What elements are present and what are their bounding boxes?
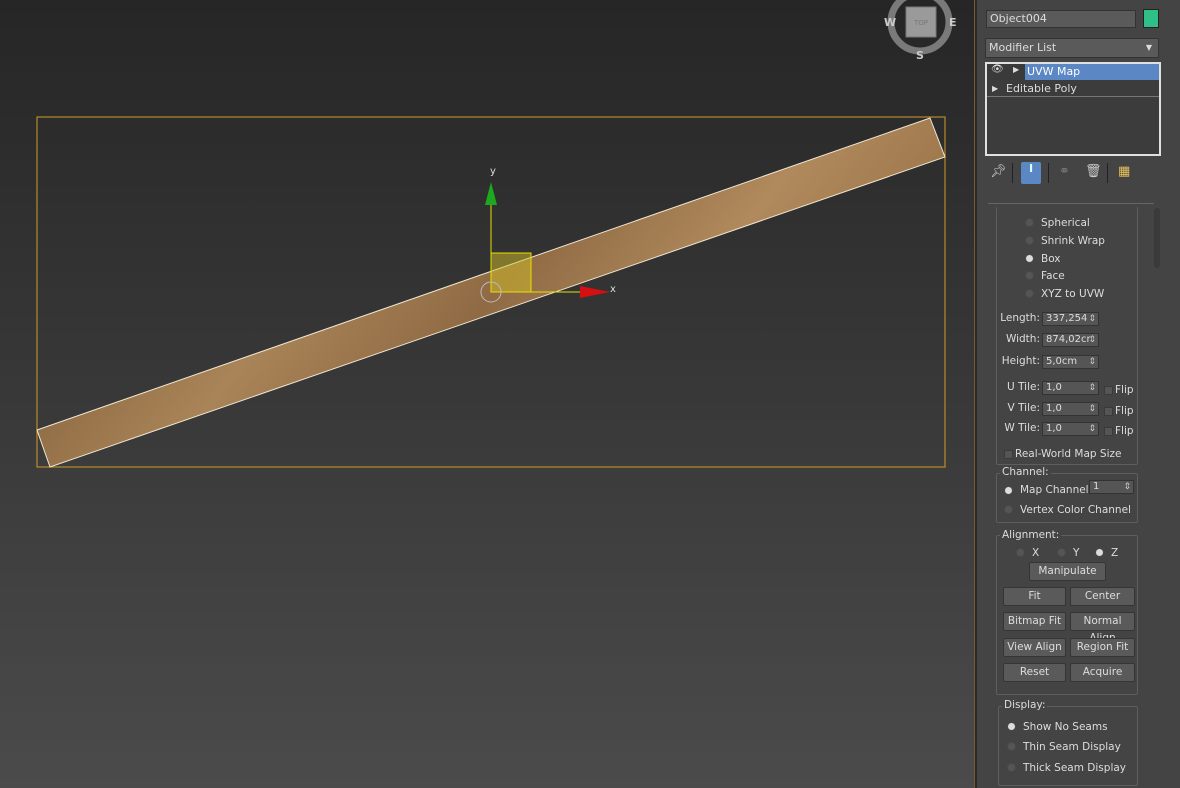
acquire-button[interactable]: Acquire [1070,663,1135,682]
stack-item-label: UVW Map [1025,64,1159,80]
show-no-seams-label: Show No Seams [1023,721,1108,733]
height-label: Height: [1001,355,1040,367]
radio-align-x[interactable] [1016,548,1025,557]
eye-icon[interactable]: 👁 [991,64,1004,75]
align-z-label: Z [1111,547,1119,559]
width-label: Width: [1005,333,1040,345]
show-end-result-icon[interactable]: I [1021,162,1041,184]
make-unique-icon[interactable]: ⚭ [1059,164,1070,179]
radio-shrink-wrap[interactable] [1025,236,1034,245]
expand-arrow-icon[interactable]: ▶ [992,80,998,97]
map-channel-spinner[interactable]: 1 [1089,480,1134,494]
radio-map-channel[interactable] [1004,486,1013,495]
u-tile-label: U Tile: [1007,381,1040,393]
radio-align-z[interactable] [1095,548,1104,557]
svg-text:TOP: TOP [913,19,928,27]
viewport-separator [974,0,977,788]
real-world-map-size-checkbox[interactable] [1004,450,1013,459]
manipulate-button[interactable]: Manipulate [1029,562,1106,581]
x-axis-arrow [580,286,610,298]
height-spinner[interactable]: 5,0cm [1042,355,1099,369]
stack-item-label: Editable Poly [1006,82,1077,95]
viewport-canvas: y x TOP W E S [36,0,957,468]
radio-vertex-color-channel[interactable] [1004,505,1013,514]
reset-button[interactable]: Reset [1003,663,1066,682]
radio-spherical[interactable] [1025,218,1034,227]
panel-scrollbar[interactable] [1154,208,1160,268]
label-box: Box [1041,253,1061,265]
real-world-map-size-label: Real-World Map Size [1015,448,1122,460]
radio-xyz-to-uvw[interactable] [1025,289,1034,298]
svg-text:W: W [884,16,896,29]
display-title: Display: [1002,699,1048,711]
w-flip-checkbox[interactable] [1104,427,1113,436]
label-face: Face [1041,270,1065,282]
radio-show-no-seams[interactable] [1007,722,1016,731]
w-tile-label: W Tile: [1004,422,1040,434]
modifier-list-label: Modifier List [989,41,1057,54]
bitmap-fit-button[interactable]: Bitmap Fit [1003,612,1066,631]
stack-item-uvw-map[interactable]: 👁 ▶ UVW Map [987,64,1159,80]
svg-text:E: E [949,16,957,29]
trash-icon[interactable]: 🗑︎ [1085,164,1102,179]
v-tile-label: V Tile: [1007,402,1040,414]
label-spherical: Spherical [1041,217,1090,229]
fit-button[interactable]: Fit [1003,587,1066,606]
region-fit-button[interactable]: Region Fit [1070,638,1135,657]
pin-stack-icon[interactable]: 📌︎ [990,164,1007,179]
radio-box[interactable] [1025,254,1034,263]
map-channel-label: Map Channel: [1020,484,1093,496]
radio-align-y[interactable] [1057,548,1066,557]
radio-thick-seam-display[interactable] [1007,763,1016,772]
object-color-swatch[interactable] [1143,9,1159,28]
normal-align-button[interactable]: Normal Align [1070,612,1135,644]
xy-plane-handle [490,252,532,293]
gizmo-y-label: y [490,166,496,177]
expand-arrow-icon[interactable]: ▶ [1013,65,1019,74]
configure-sets-icon[interactable]: ▦ [1118,164,1130,179]
align-x-label: X [1032,547,1040,559]
w-tile-spinner[interactable]: 1,0 [1042,422,1099,436]
channel-title: Channel: [1000,466,1051,478]
gizmo-x-label: x [610,284,616,295]
view-align-button[interactable]: View Align [1003,638,1066,657]
length-label: Length: [1000,312,1040,324]
modifier-stack[interactable]: 👁 ▶ UVW Map ▶ Editable Poly [985,62,1161,156]
modify-panel: Object004 Modifier List ▼ 👁 ▶ UVW Map ▶ E… [978,0,1180,788]
v-tile-spinner[interactable]: 1,0 [1042,402,1099,416]
v-flip-label: Flip [1115,405,1134,417]
chevron-down-icon: ▼ [1145,43,1152,52]
width-spinner[interactable]: 874,02cr [1042,333,1099,347]
length-spinner[interactable]: 337,254 [1042,312,1099,326]
u-flip-checkbox[interactable] [1104,386,1113,395]
modifier-list-dropdown[interactable]: Modifier List ▼ [985,38,1159,58]
svg-text:S: S [916,49,924,62]
stack-item-editable-poly[interactable]: ▶ Editable Poly [987,80,1159,97]
align-y-label: Y [1073,547,1080,559]
vertex-color-channel-label: Vertex Color Channel [1020,504,1131,516]
alignment-title: Alignment: [1000,529,1062,541]
radio-face[interactable] [1025,271,1034,280]
label-shrink-wrap: Shrink Wrap [1041,235,1105,247]
u-flip-label: Flip [1115,384,1134,396]
v-flip-checkbox[interactable] [1104,407,1113,416]
thick-seam-display-label: Thick Seam Display [1023,762,1127,774]
viewcube[interactable]: TOP W E S [884,0,957,62]
radio-thin-seam-display[interactable] [1007,742,1016,751]
label-xyz-to-uvw: XYZ to UVW [1041,288,1105,300]
object-name-input[interactable]: Object004 [986,10,1136,28]
center-button[interactable]: Center [1070,587,1135,606]
thin-seam-display-label: Thin Seam Display [1023,741,1121,753]
viewport-top[interactable]: y x TOP W E S [0,0,974,788]
w-flip-label: Flip [1115,425,1134,437]
y-axis-arrow [485,182,497,205]
u-tile-spinner[interactable]: 1,0 [1042,381,1099,395]
